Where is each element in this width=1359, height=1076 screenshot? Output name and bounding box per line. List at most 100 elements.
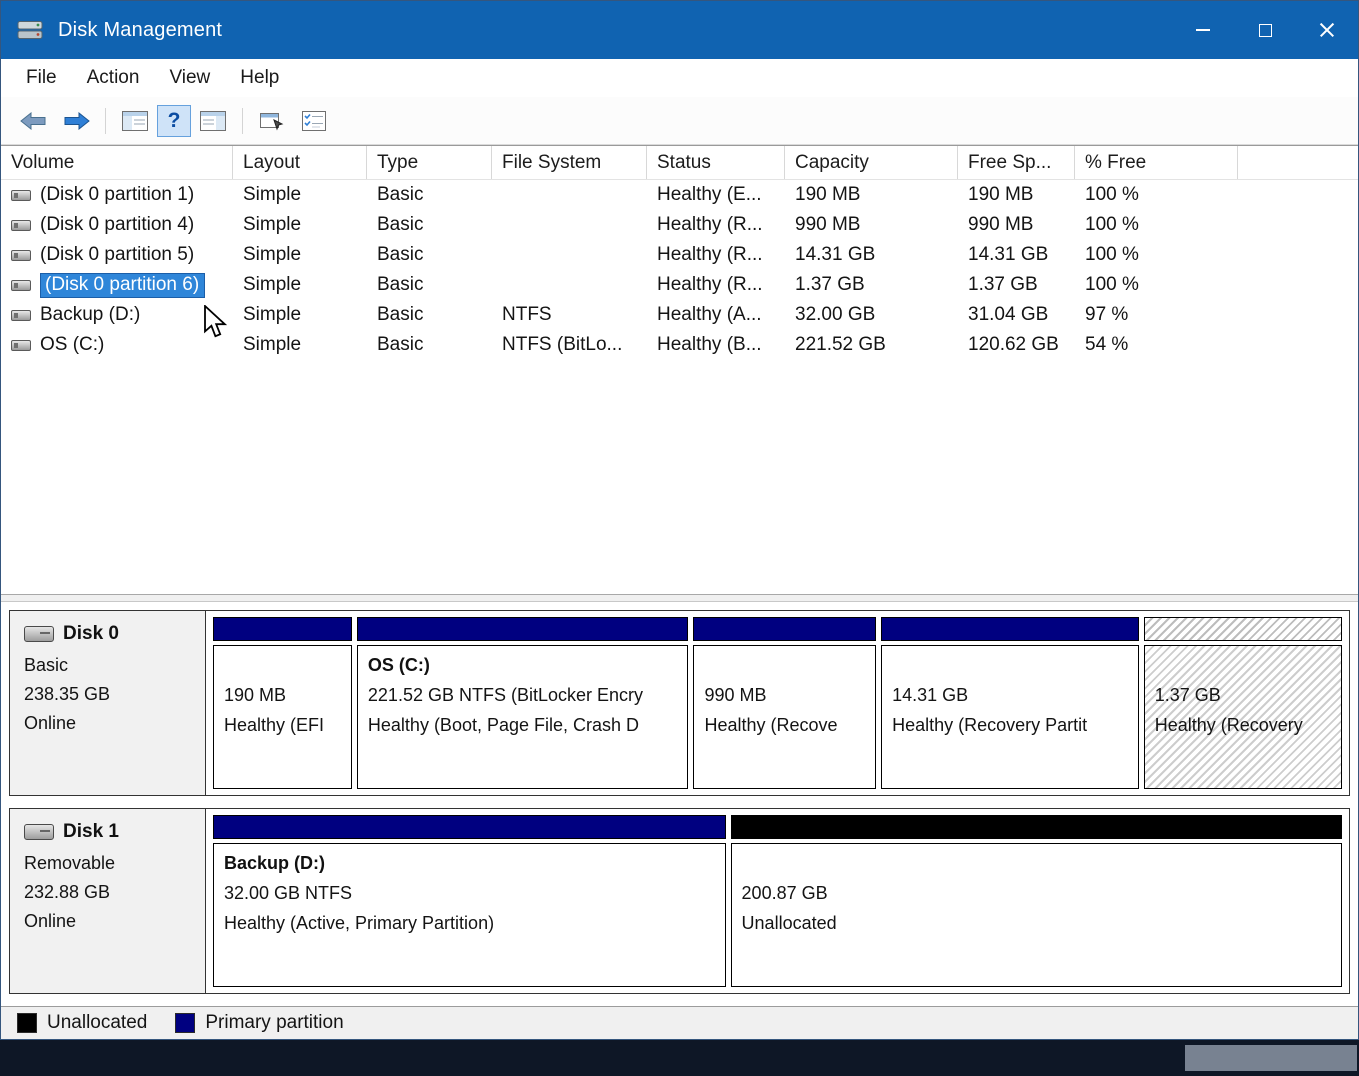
partition-title: Backup (D:) xyxy=(224,848,715,878)
menu-file[interactable]: File xyxy=(11,63,72,93)
table-header: Volume Layout Type File System Status Ca… xyxy=(1,146,1358,180)
titlebar[interactable]: Disk Management xyxy=(1,1,1358,59)
legend-bar: Unallocated Primary partition xyxy=(1,1006,1358,1039)
cell-type: Basic xyxy=(367,304,492,326)
column-header-free-space[interactable]: Free Sp... xyxy=(958,146,1075,179)
pane-splitter[interactable] xyxy=(1,594,1358,602)
cell-file-system: NTFS (BitLo... xyxy=(492,334,647,356)
help-button[interactable]: ? xyxy=(157,105,191,137)
console-tree-icon xyxy=(122,111,148,131)
partition-os-c[interactable]: OS (C:) 221.52 GB NTFS (BitLocker Encry … xyxy=(357,617,689,789)
partition-color-band xyxy=(731,815,1342,839)
cell-free-space: 190 MB xyxy=(958,184,1075,206)
volume-icon xyxy=(11,310,31,321)
column-header-status[interactable]: Status xyxy=(647,146,785,179)
partition-size: 200.87 GB xyxy=(742,878,1331,908)
disk-0-info[interactable]: Disk 0 Basic 238.35 GB Online xyxy=(10,611,206,795)
back-arrow-icon xyxy=(20,112,48,130)
partition-status: Unallocated xyxy=(742,908,1331,938)
cell-status: Healthy (R... xyxy=(647,274,785,296)
disk-1-partitions: Backup (D:) 32.00 GB NTFS Healthy (Activ… xyxy=(206,809,1349,993)
volume-name-selected: (Disk 0 partition 6) xyxy=(40,273,205,298)
table-row[interactable]: Backup (D:) Simple Basic NTFS Healthy (A… xyxy=(1,300,1358,330)
partition-990mb[interactable]: 990 MB Healthy (Recove xyxy=(693,617,876,789)
cell-layout: Simple xyxy=(233,274,367,296)
taskbar[interactable] xyxy=(0,1040,1359,1076)
partition-backup-d[interactable]: Backup (D:) 32.00 GB NTFS Healthy (Activ… xyxy=(213,815,726,987)
cell-free-space: 14.31 GB xyxy=(958,244,1075,266)
cell-layout: Simple xyxy=(233,184,367,206)
column-header-capacity[interactable]: Capacity xyxy=(785,146,958,179)
table-row[interactable]: (Disk 0 partition 5) Simple Basic Health… xyxy=(1,240,1358,270)
cell-status: Healthy (R... xyxy=(647,214,785,236)
partition-color-band xyxy=(213,815,726,839)
export-list-button[interactable] xyxy=(294,103,334,139)
window-title: Disk Management xyxy=(58,19,222,42)
properties-button[interactable] xyxy=(252,103,292,139)
cell-status: Healthy (E... xyxy=(647,184,785,206)
window-controls xyxy=(1172,1,1358,59)
cell-pct-free: 100 % xyxy=(1075,274,1238,296)
partition-recovery-14gb[interactable]: 14.31 GB Healthy (Recovery Partit xyxy=(881,617,1139,789)
disk-size: 238.35 GB xyxy=(24,680,195,709)
properties-window-icon xyxy=(260,111,284,131)
column-header-filler xyxy=(1238,146,1358,179)
partition-title xyxy=(1155,650,1331,680)
volume-name: OS (C:) xyxy=(40,334,104,356)
column-header-file-system[interactable]: File System xyxy=(492,146,647,179)
volume-icon xyxy=(11,250,31,261)
action-pane-button[interactable] xyxy=(193,103,233,139)
cell-type: Basic xyxy=(367,244,492,266)
legend-label-primary: Primary partition xyxy=(205,1012,343,1034)
minimize-icon xyxy=(1196,29,1210,31)
help-icon: ? xyxy=(168,109,181,133)
disk-management-app-icon[interactable] xyxy=(17,19,44,41)
partition-color-band xyxy=(213,617,352,641)
menu-help[interactable]: Help xyxy=(225,63,294,93)
cell-capacity: 190 MB xyxy=(785,184,958,206)
volume-name: (Disk 0 partition 4) xyxy=(40,214,194,236)
cell-capacity: 990 MB xyxy=(785,214,958,236)
column-header-volume[interactable]: Volume xyxy=(1,146,233,179)
table-row[interactable]: (Disk 0 partition 4) Simple Basic Health… xyxy=(1,210,1358,240)
forward-button[interactable] xyxy=(56,103,96,139)
menubar: File Action View Help xyxy=(1,59,1358,97)
volume-icon xyxy=(11,220,31,231)
cell-free-space: 31.04 GB xyxy=(958,304,1075,326)
partition-unallocated[interactable]: 200.87 GB Unallocated xyxy=(731,815,1342,987)
disk-1-info[interactable]: Disk 1 Removable 232.88 GB Online xyxy=(10,809,206,993)
menu-action[interactable]: Action xyxy=(72,63,155,93)
minimize-button[interactable] xyxy=(1172,1,1234,59)
partition-status: Healthy (Recove xyxy=(704,710,865,740)
maximize-button[interactable] xyxy=(1234,1,1296,59)
menu-view[interactable]: View xyxy=(154,63,225,93)
partition-color-band xyxy=(357,617,689,641)
disk-1-row: Disk 1 Removable 232.88 GB Online Backup… xyxy=(9,808,1350,994)
volume-icon xyxy=(11,190,31,201)
column-header-type[interactable]: Type xyxy=(367,146,492,179)
column-header-layout[interactable]: Layout xyxy=(233,146,367,179)
partition-size: 190 MB xyxy=(224,680,341,710)
column-header-pct-free[interactable]: % Free xyxy=(1075,146,1238,179)
primary-partition-swatch xyxy=(175,1013,195,1033)
table-row[interactable]: (Disk 0 partition 1) Simple Basic Health… xyxy=(1,180,1358,210)
back-button[interactable] xyxy=(14,103,54,139)
partition-efi[interactable]: 190 MB Healthy (EFI xyxy=(213,617,352,789)
partition-recovery-1gb-selected[interactable]: 1.37 GB Healthy (Recovery xyxy=(1144,617,1342,789)
cell-layout: Simple xyxy=(233,304,367,326)
cell-capacity: 32.00 GB xyxy=(785,304,958,326)
partition-status: Healthy (Boot, Page File, Crash D xyxy=(368,710,678,740)
cell-pct-free: 97 % xyxy=(1075,304,1238,326)
table-row-selected[interactable]: (Disk 0 partition 6) Simple Basic Health… xyxy=(1,270,1358,300)
disk-0-row: Disk 0 Basic 238.35 GB Online 190 MB Hea… xyxy=(9,610,1350,796)
close-button[interactable] xyxy=(1296,1,1358,59)
taskbar-tray[interactable] xyxy=(1185,1045,1357,1071)
unallocated-swatch xyxy=(17,1013,37,1033)
console-tree-button[interactable] xyxy=(115,103,155,139)
volume-list-pane: Volume Layout Type File System Status Ca… xyxy=(1,145,1358,594)
cell-type: Basic xyxy=(367,334,492,356)
disk-kind: Removable xyxy=(24,849,195,878)
disk-status: Online xyxy=(24,907,195,936)
table-row[interactable]: OS (C:) Simple Basic NTFS (BitLo... Heal… xyxy=(1,330,1358,360)
cell-pct-free: 100 % xyxy=(1075,184,1238,206)
